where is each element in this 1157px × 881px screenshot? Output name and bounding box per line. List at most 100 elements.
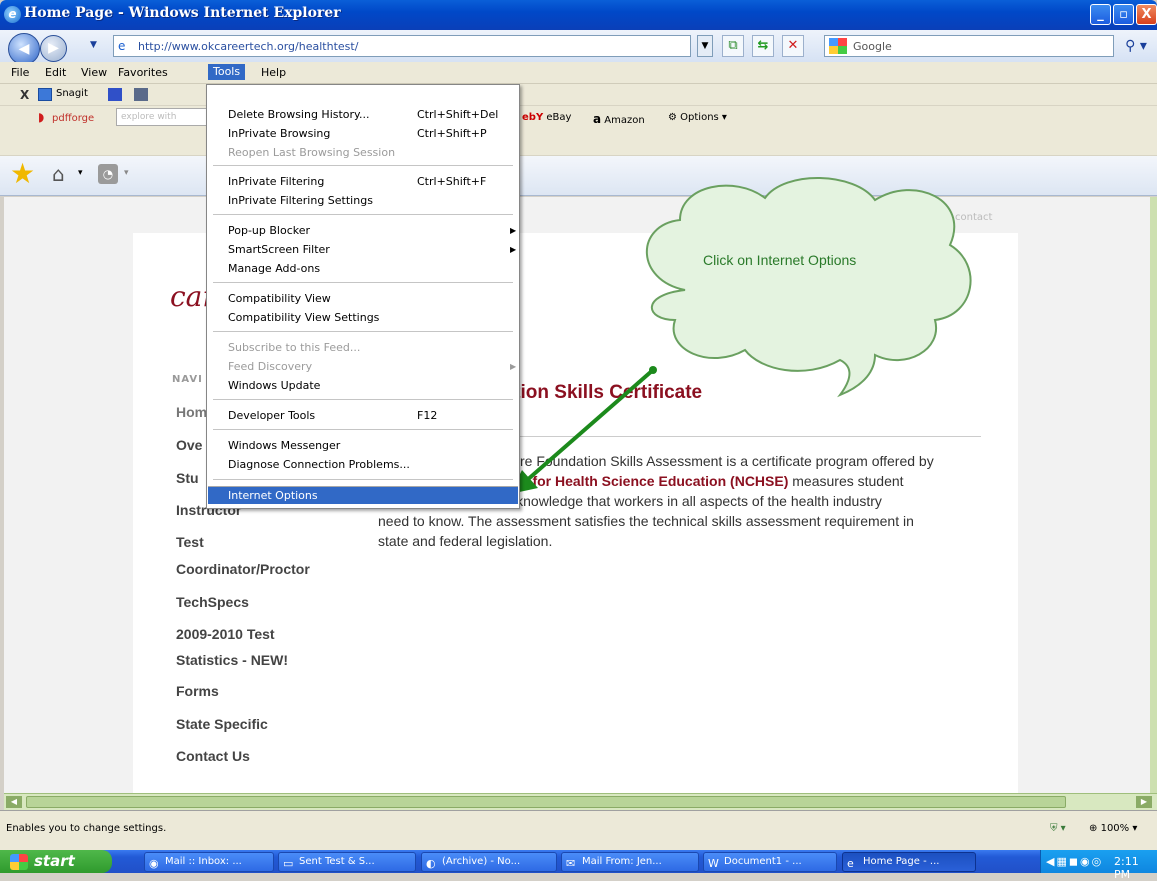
window-title: Home Page - Windows Internet Explorer	[24, 5, 341, 21]
command-bar	[0, 156, 1157, 196]
menu-edit[interactable]: Edit	[40, 65, 71, 81]
taskbar-button-home-page[interactable]: e Home Page - ...	[842, 852, 976, 872]
home-icon[interactable]: ⌂	[52, 162, 65, 186]
forward-button[interactable]: ▶	[40, 35, 67, 62]
menu-item-inprivate-filtering-settings[interactable]: InPrivate Filtering Settings	[208, 192, 518, 210]
folder-icon: ▭	[283, 857, 294, 870]
nav-test-coordinator-line2[interactable]: Coordinator/Proctor	[176, 561, 310, 577]
nav-heading: NAVI	[172, 374, 203, 385]
protected-mode-icon[interactable]: ⛨ ▾	[1050, 823, 1066, 834]
zoom-level[interactable]: ⊕ 100% ▾	[1089, 823, 1137, 834]
nav-contact-us[interactable]: Contact Us	[176, 748, 250, 764]
task-label: Mail From: Jen...	[582, 856, 662, 867]
snagit-editor-icon[interactable]	[134, 88, 148, 101]
menu-separator	[213, 479, 513, 480]
recent-pages-dropdown-icon[interactable]: ▼	[90, 40, 97, 50]
ebay-link[interactable]: ebY eBay	[522, 112, 571, 123]
search-icon[interactable]: ⚲ ▾	[1118, 35, 1154, 57]
horizontal-scrollbar[interactable]: ◀ ▶	[4, 793, 1157, 810]
menu-item-compatibility-view[interactable]: Compatibility View	[208, 290, 518, 308]
task-label: (Archive) - No...	[442, 856, 521, 867]
menu-item-delete-browsing-history[interactable]: Delete Browsing History... Ctrl+Shift+Del	[208, 106, 518, 124]
nav-test-statistics[interactable]: 2009-2010 Test	[176, 626, 275, 642]
scroll-right-icon[interactable]: ▶	[1136, 796, 1152, 808]
taskbar-button-mail-from[interactable]: ✉ Mail From: Jen...	[561, 852, 699, 872]
menu-item-shortcut: Ctrl+Shift+F	[417, 175, 487, 188]
vertical-scrollbar[interactable]	[1150, 197, 1157, 793]
para-line: state and federal legislation.	[378, 533, 553, 549]
pdfforge-label[interactable]: pdfforge	[52, 113, 94, 124]
nav-test-statistics-line2[interactable]: Statistics - NEW!	[176, 652, 288, 668]
menu-item-label: Pop-up Blocker	[228, 224, 311, 237]
menu-item-compatibility-view-settings[interactable]: Compatibility View Settings	[208, 309, 518, 327]
tray-icons[interactable]: ◀▦◼◉◎	[1046, 855, 1103, 868]
menu-item-label: Subscribe to this Feed...	[228, 341, 361, 354]
address-dropdown-icon[interactable]: ▼	[697, 35, 713, 57]
address-field[interactable]: e http://www.okcareertech.org/healthtest…	[113, 35, 691, 57]
menu-item-shortcut: F12	[417, 409, 438, 422]
menu-view[interactable]: View	[76, 65, 112, 81]
snagit-capture-icon[interactable]	[108, 88, 122, 101]
scroll-thumb[interactable]	[26, 796, 1066, 808]
nav-home[interactable]: Hom	[176, 404, 207, 420]
options-button[interactable]: ⚙ Options ▾	[668, 112, 727, 123]
scroll-left-icon[interactable]: ◀	[6, 796, 22, 808]
menu-item-diagnose-connection[interactable]: Diagnose Connection Problems...	[208, 456, 518, 474]
nav-forms[interactable]: Forms	[176, 683, 219, 699]
close-button[interactable]: X	[1136, 4, 1157, 25]
menu-help[interactable]: Help	[256, 65, 291, 81]
submenu-arrow-icon: ▶	[510, 362, 517, 371]
menu-item-reopen-last-session[interactable]: Reopen Last Browsing Session	[208, 144, 518, 162]
menu-item-internet-options[interactable]: Internet Options	[208, 486, 518, 504]
refresh-icon[interactable]: ⇆	[752, 35, 774, 57]
taskbar-button-archive[interactable]: ◐ (Archive) - No...	[421, 852, 557, 872]
menu-item-manage-addons[interactable]: Manage Add-ons	[208, 260, 518, 278]
menu-item-feed-discovery[interactable]: Feed Discovery ▶	[208, 358, 518, 376]
task-label: Sent Test & S...	[299, 856, 375, 867]
feeds-icon[interactable]: ◔	[98, 164, 118, 184]
minimize-button[interactable]: _	[1090, 4, 1111, 25]
stop-icon[interactable]: ✕	[782, 35, 804, 57]
taskbar-button-sent-test[interactable]: ▭ Sent Test & S...	[278, 852, 416, 872]
explore-with-field[interactable]: explore with	[116, 108, 208, 126]
menu-item-windows-messenger[interactable]: Windows Messenger	[208, 437, 518, 455]
nav-state-specific[interactable]: State Specific	[176, 716, 268, 732]
menu-item-popup-blocker[interactable]: Pop-up Blocker ▶	[208, 222, 518, 240]
menu-item-subscribe-feed[interactable]: Subscribe to this Feed...	[208, 339, 518, 357]
task-label: Home Page - ...	[863, 856, 940, 867]
address-text: http://www.okcareertech.org/healthtest/	[138, 40, 359, 53]
menu-item-shortcut: Ctrl+Shift+Del	[417, 108, 499, 121]
nav-overview[interactable]: Ove	[176, 437, 202, 453]
menu-item-inprivate-filtering[interactable]: InPrivate Filtering Ctrl+Shift+F	[208, 173, 518, 191]
back-button[interactable]: ◀	[8, 33, 40, 65]
nav-techspecs[interactable]: TechSpecs	[176, 594, 249, 610]
menu-item-label: Manage Add-ons	[228, 262, 321, 275]
menu-item-label: Windows Messenger	[228, 439, 341, 452]
nav-test-coordinator[interactable]: Test	[176, 534, 204, 550]
search-input[interactable]: Google	[824, 35, 1114, 57]
menu-item-smartscreen-filter[interactable]: SmartScreen Filter ▶	[208, 241, 518, 259]
callout-text: Click on Internet Options	[703, 252, 857, 268]
favorites-star-icon[interactable]: ★	[10, 157, 35, 190]
nav-student[interactable]: Stu	[176, 470, 199, 486]
menu-item-inprivate-browsing[interactable]: InPrivate Browsing Ctrl+Shift+P	[208, 125, 518, 143]
menu-item-shortcut: Ctrl+Shift+P	[417, 127, 487, 140]
feeds-dropdown-icon[interactable]: ▾	[124, 168, 129, 178]
menu-favorites[interactable]: Favorites	[113, 65, 173, 81]
menu-item-developer-tools[interactable]: Developer Tools F12	[208, 407, 518, 425]
callout-cloud	[645, 177, 972, 398]
amazon-link[interactable]: a Amazon	[593, 112, 645, 126]
snagit-label[interactable]: Snagit	[56, 88, 88, 99]
compatibility-view-icon[interactable]: ⧉	[722, 35, 744, 57]
maximize-button[interactable]: ▫	[1113, 4, 1134, 25]
firefox-icon: ◉	[149, 857, 159, 870]
ie-icon: e	[4, 6, 21, 23]
menu-item-windows-update[interactable]: Windows Update	[208, 377, 518, 395]
menu-tools[interactable]: Tools	[208, 64, 246, 80]
taskbar-button-document1[interactable]: W Document1 - ...	[703, 852, 837, 872]
home-dropdown-icon[interactable]: ▾	[78, 168, 83, 178]
taskbar-button-mail-inbox[interactable]: ◉ Mail :: Inbox: ...	[144, 852, 274, 872]
menu-separator	[213, 429, 513, 430]
toolbar-close-icon[interactable]: X	[20, 88, 29, 102]
menu-file[interactable]: File	[6, 65, 34, 81]
